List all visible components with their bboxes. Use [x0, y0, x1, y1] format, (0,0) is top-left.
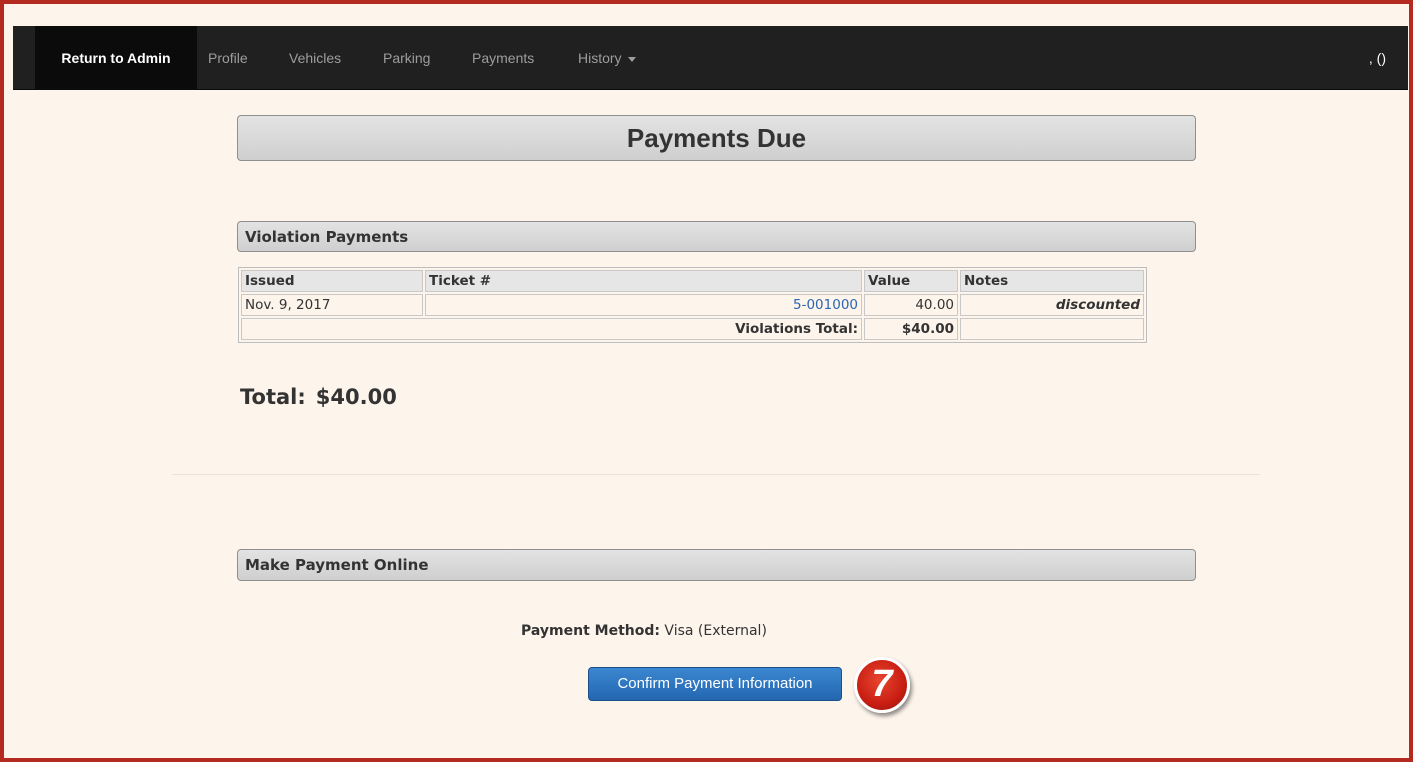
page-title-panel: Payments Due: [237, 115, 1196, 161]
payment-method: Payment Method: Visa (External): [521, 623, 767, 639]
section-divider: [172, 474, 1260, 475]
nav-parking[interactable]: Parking: [383, 26, 430, 90]
page-title: Payments Due: [626, 123, 807, 153]
make-payment-panel: Make Payment Online: [237, 549, 1196, 581]
issued-cell: Nov. 9, 2017: [241, 294, 423, 316]
violations-total-label: Violations Total:: [241, 318, 862, 340]
payment-method-label: Payment Method:: [521, 623, 660, 639]
page-frame: Return to Admin Profile Vehicles Parking…: [0, 0, 1413, 762]
nav-history-label: History: [578, 50, 622, 66]
violations-table: Issued Ticket # Value Notes Nov. 9, 2017…: [238, 267, 1147, 343]
nav-history-dropdown[interactable]: History: [578, 26, 636, 90]
table-header-row: Issued Ticket # Value Notes: [241, 270, 1144, 292]
grand-total: Total: $40.00: [240, 385, 397, 409]
payment-method-value: Visa (External): [664, 623, 767, 639]
nav-payments[interactable]: Payments: [472, 26, 534, 90]
ticket-cell: 5-001000: [425, 294, 862, 316]
confirm-payment-button[interactable]: Confirm Payment Information: [588, 667, 842, 701]
table-row: Nov. 9, 2017 5-001000 40.00 discounted: [241, 294, 1144, 316]
make-payment-heading: Make Payment Online: [245, 556, 429, 574]
value-cell: 40.00: [864, 294, 958, 316]
violation-payments-heading: Violation Payments: [245, 228, 409, 246]
nav-profile[interactable]: Profile: [208, 26, 248, 90]
caret-down-icon: [627, 56, 636, 62]
ticket-link[interactable]: 5-001000: [793, 297, 858, 313]
column-header-ticket: Ticket #: [425, 270, 862, 292]
top-navbar: Return to Admin Profile Vehicles Parking…: [13, 26, 1408, 90]
nav-user-menu[interactable]: , (): [1369, 26, 1386, 90]
column-header-value: Value: [864, 270, 958, 292]
step-number-badge: 7: [854, 657, 910, 713]
violation-payments-panel: Violation Payments: [237, 221, 1196, 252]
nav-vehicles[interactable]: Vehicles: [289, 26, 341, 90]
notes-cell: discounted: [960, 294, 1144, 316]
grand-total-label: Total:: [240, 385, 306, 409]
violations-total-value: $40.00: [864, 318, 958, 340]
grand-total-value: $40.00: [315, 385, 397, 409]
empty-cell: [960, 318, 1144, 340]
column-header-issued: Issued: [241, 270, 423, 292]
nav-return-to-admin[interactable]: Return to Admin: [35, 26, 197, 90]
violations-total-row: Violations Total: $40.00: [241, 318, 1144, 340]
column-header-notes: Notes: [960, 270, 1144, 292]
